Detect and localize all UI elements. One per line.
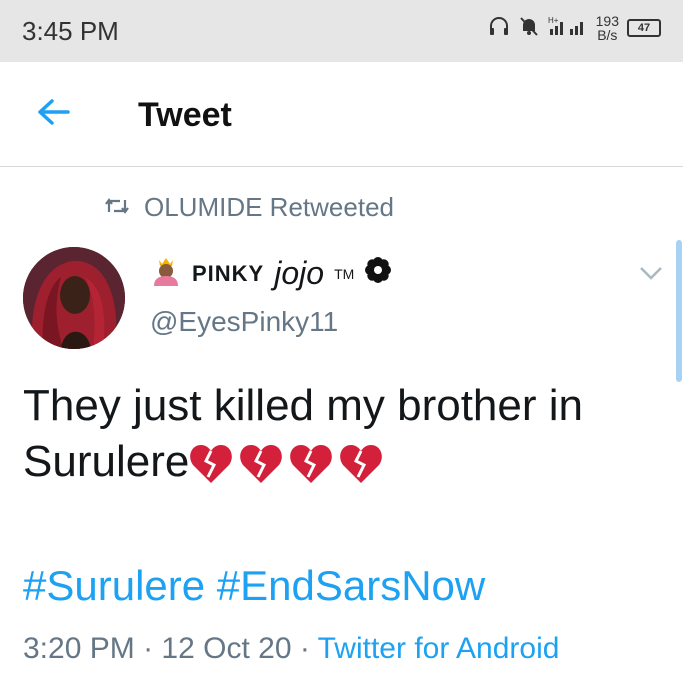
author-handle[interactable]: @EyesPinky11 bbox=[150, 306, 338, 338]
broken-heart-icon bbox=[240, 445, 283, 484]
status-bar: 3:45 PM H+ 193 B/s 47 bbox=[0, 0, 683, 62]
broken-heart-icon bbox=[290, 445, 333, 484]
battery-level: 47 bbox=[637, 22, 651, 34]
scrollbar[interactable] bbox=[676, 240, 682, 382]
author-name-italic: jojo bbox=[274, 255, 325, 291]
retweet-icon bbox=[104, 192, 130, 223]
hashtags: #Surulere #EndSarsNow bbox=[23, 562, 485, 610]
trademark-sign: TM bbox=[334, 265, 355, 282]
network-speed-unit: B/s bbox=[597, 27, 618, 43]
separator-dot: · bbox=[143, 632, 154, 665]
battery-icon: 47 bbox=[627, 19, 661, 37]
author-name-caps: PINKY bbox=[192, 260, 265, 286]
retweet-context[interactable]: OLUMIDE Retweeted bbox=[104, 192, 394, 223]
tweet-time: 3:20 PM bbox=[23, 632, 135, 665]
status-time: 3:45 PM bbox=[22, 16, 119, 46]
broken-heart-icon bbox=[340, 445, 383, 484]
mute-bell-icon bbox=[518, 15, 540, 42]
svg-text:H+: H+ bbox=[548, 16, 559, 25]
headphones-icon bbox=[488, 15, 510, 42]
hashtag-link[interactable]: #Surulere bbox=[23, 562, 205, 609]
avatar[interactable] bbox=[23, 247, 125, 349]
separator-dot: · bbox=[299, 632, 310, 665]
network-speed: 193 B/s bbox=[596, 14, 619, 42]
hashtag-link[interactable]: #EndSarsNow bbox=[217, 562, 485, 609]
broken-hearts bbox=[189, 443, 383, 485]
tweet-meta: 3:20 PM · 12 Oct 20 · Twitter for Androi… bbox=[23, 632, 559, 666]
princess-emoji-icon bbox=[150, 254, 182, 293]
flower-icon bbox=[364, 256, 392, 291]
chevron-down-icon[interactable] bbox=[638, 264, 664, 282]
app-header: Tweet bbox=[0, 62, 683, 167]
tweet-source-link[interactable]: Twitter for Android bbox=[318, 632, 560, 665]
network-speed-value: 193 bbox=[595, 13, 619, 29]
back-arrow-icon[interactable] bbox=[34, 92, 74, 132]
tweet-date: 12 Oct 20 bbox=[161, 632, 292, 665]
tweet-text-block: They just killed my brother in Surulere bbox=[23, 378, 663, 490]
retweeted-by: OLUMIDE Retweeted bbox=[144, 192, 394, 222]
status-icons: H+ 193 B/s 47 bbox=[488, 14, 661, 42]
signal-icon: H+ bbox=[548, 15, 588, 42]
page-title: Tweet bbox=[138, 96, 232, 134]
broken-heart-icon bbox=[190, 445, 233, 484]
author-name[interactable]: PINKY jojo TM bbox=[150, 254, 392, 293]
